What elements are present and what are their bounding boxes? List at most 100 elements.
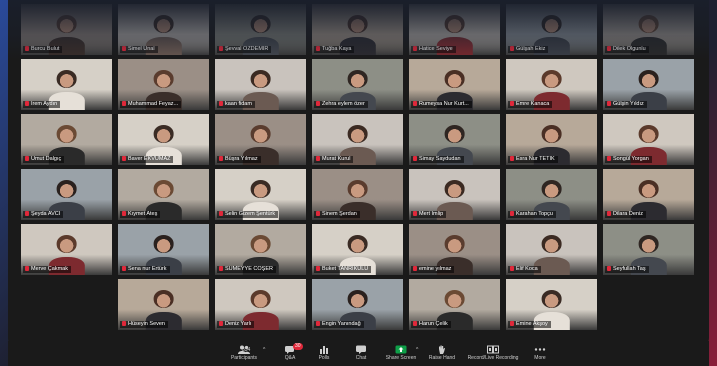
mic-muted-icon (219, 211, 223, 216)
mic-muted-icon (510, 46, 514, 51)
mic-muted-icon (25, 101, 29, 106)
mic-muted-icon (219, 266, 223, 271)
mic-muted-icon (316, 266, 320, 271)
raise-hand-button[interactable]: Raise Hand (422, 343, 462, 366)
participant-name-label: Mert İmlip (411, 211, 447, 218)
participant-tile[interactable]: Sinem Şerdan (312, 169, 403, 220)
participant-tile[interactable]: Murat Kurul (312, 114, 403, 165)
participant-tile[interactable]: emine yılmaz (409, 224, 500, 275)
participant-tile[interactable]: Elif Koca (506, 224, 597, 275)
participant-tile[interactable]: Baver EKVUMAZ (118, 114, 209, 165)
mic-muted-icon (316, 46, 320, 51)
participant-tile[interactable]: Sena nur Ertürk (118, 224, 209, 275)
mic-muted-icon (122, 101, 126, 106)
participant-name-label: Songül Yorgan (605, 156, 652, 163)
participant-tile[interactable]: Emre Kanaca (506, 59, 597, 110)
mic-muted-icon (607, 211, 611, 216)
share-caret-icon[interactable]: ^ (416, 347, 418, 353)
participant-tile[interactable]: Emine Akşoy (506, 279, 597, 330)
participants-button[interactable]: 334 ^ Participants (218, 343, 270, 366)
participant-name: Hatice Seviye (419, 46, 453, 52)
participant-name: Emre Kanaca (516, 101, 550, 107)
mic-muted-icon (316, 101, 320, 106)
participant-tile[interactable]: Gülşin Yıldız (603, 59, 694, 110)
mic-muted-icon (510, 101, 514, 106)
participant-tile[interactable]: Dilek Olgunlu (603, 4, 694, 55)
participant-tile[interactable]: Mert İmlip (409, 169, 500, 220)
participant-name-label: Tuğba Kaya (314, 46, 355, 53)
participant-tile[interactable]: Gülşah Ekiz (506, 4, 597, 55)
participant-tile[interactable]: Hüseyin Seven (118, 279, 209, 330)
share-screen-button[interactable]: ^ Share Screen (378, 343, 424, 366)
participant-name: Harun Çelik (419, 321, 448, 327)
mic-muted-icon (607, 156, 611, 161)
participant-tile[interactable]: Simay Saydudan (409, 114, 500, 165)
mic-muted-icon (122, 211, 126, 216)
participant-name: Gülşin Yıldız (613, 101, 644, 107)
participant-name: Tuğba Kaya (322, 46, 352, 52)
participant-tile[interactable]: Engin Yanındağ (312, 279, 403, 330)
participant-name-label: Esra Nur TETİK (508, 156, 558, 163)
mic-muted-icon (510, 156, 514, 161)
chat-icon (355, 345, 367, 354)
participants-caret-icon[interactable]: ^ (263, 347, 265, 353)
participant-name: Kıymet Ateş (128, 211, 158, 217)
mic-muted-icon (25, 211, 29, 216)
participant-name: Dilara Deniz (613, 211, 643, 217)
participant-name-label: Baver EKVUMAZ (120, 156, 174, 163)
participant-tile[interactable]: Hatice Seviye (409, 4, 500, 55)
participant-tile[interactable]: Merve Çakmak (21, 224, 112, 275)
participant-tile[interactable]: Kıymet Ateş (118, 169, 209, 220)
mic-muted-icon (413, 211, 417, 216)
mic-muted-icon (25, 266, 29, 271)
more-label: More (534, 355, 546, 361)
participant-name-label: Rumeysa Nur Kurt... (411, 101, 472, 108)
participant-tile[interactable]: Dilara Deniz (603, 169, 694, 220)
mic-muted-icon (607, 266, 611, 271)
participant-tile[interactable]: Selin Gizem Şentürk (215, 169, 306, 220)
participant-tile[interactable]: Şeyda AVCI (21, 169, 112, 220)
participant-name-label: Engin Yanındağ (314, 321, 364, 328)
participant-tile[interactable]: Rumeysa Nur Kurt... (409, 59, 500, 110)
participant-name: Simay Saydudan (419, 156, 461, 162)
participant-tile[interactable]: Karahan Topçu (506, 169, 597, 220)
participant-tile[interactable]: Esra Nur TETİK (506, 114, 597, 165)
participant-tile[interactable]: Büşra Yılmaz (215, 114, 306, 165)
participants-count: 334 (242, 347, 251, 353)
mic-muted-icon (122, 156, 126, 161)
participant-name-label: Dilek Olgunlu (605, 46, 649, 53)
participant-name-label: İrem Aydın (23, 101, 61, 108)
participant-tile[interactable]: Burcu Bulut (21, 4, 112, 55)
mic-muted-icon (316, 156, 320, 161)
participant-tile[interactable]: İrem Aydın (21, 59, 112, 110)
participant-name-label: Gülşah Ekiz (508, 46, 549, 53)
chat-button[interactable]: Chat (341, 343, 381, 366)
participant-name-label: Emine Akşoy (508, 321, 551, 328)
participant-tile[interactable]: Şevval ÖZDEMİR (215, 4, 306, 55)
more-button[interactable]: More (520, 343, 560, 366)
share-screen-icon (395, 345, 407, 354)
participant-tile[interactable]: kaan fidam (215, 59, 306, 110)
participant-tile[interactable]: Deniz Yarlı (215, 279, 306, 330)
participant-name: Umut Dalgıç (31, 156, 62, 162)
participant-tile[interactable]: Songül Yorgan (603, 114, 694, 165)
mic-muted-icon (122, 266, 126, 271)
chat-label: Chat (355, 355, 367, 361)
participants-label: Participants (230, 355, 258, 361)
participant-tile[interactable]: Muhammad Feyaz... (118, 59, 209, 110)
polls-button[interactable]: Polls (304, 343, 344, 366)
record-button[interactable]: Record/Live Recording (463, 343, 523, 366)
participant-tile[interactable]: Umut Dalgıç (21, 114, 112, 165)
participant-tile[interactable]: Harun Çelik (409, 279, 500, 330)
mic-muted-icon (316, 211, 320, 216)
participant-tile[interactable]: SÜMEYYE COŞER (215, 224, 306, 275)
participant-tile[interactable]: Seyfullah Taş (603, 224, 694, 275)
participant-tile[interactable]: Tuğba Kaya (312, 4, 403, 55)
participant-tile[interactable]: Simel Ünal (118, 4, 209, 55)
participant-name-label: Gülşin Yıldız (605, 101, 647, 108)
participant-tile[interactable]: Buket TANRIKULU (312, 224, 403, 275)
participant-tile[interactable]: Zehra eylem özer (312, 59, 403, 110)
participant-name-label: Şeyda AVCI (23, 211, 64, 218)
share-screen-label: Share Screen (385, 355, 417, 361)
mic-muted-icon (607, 101, 611, 106)
